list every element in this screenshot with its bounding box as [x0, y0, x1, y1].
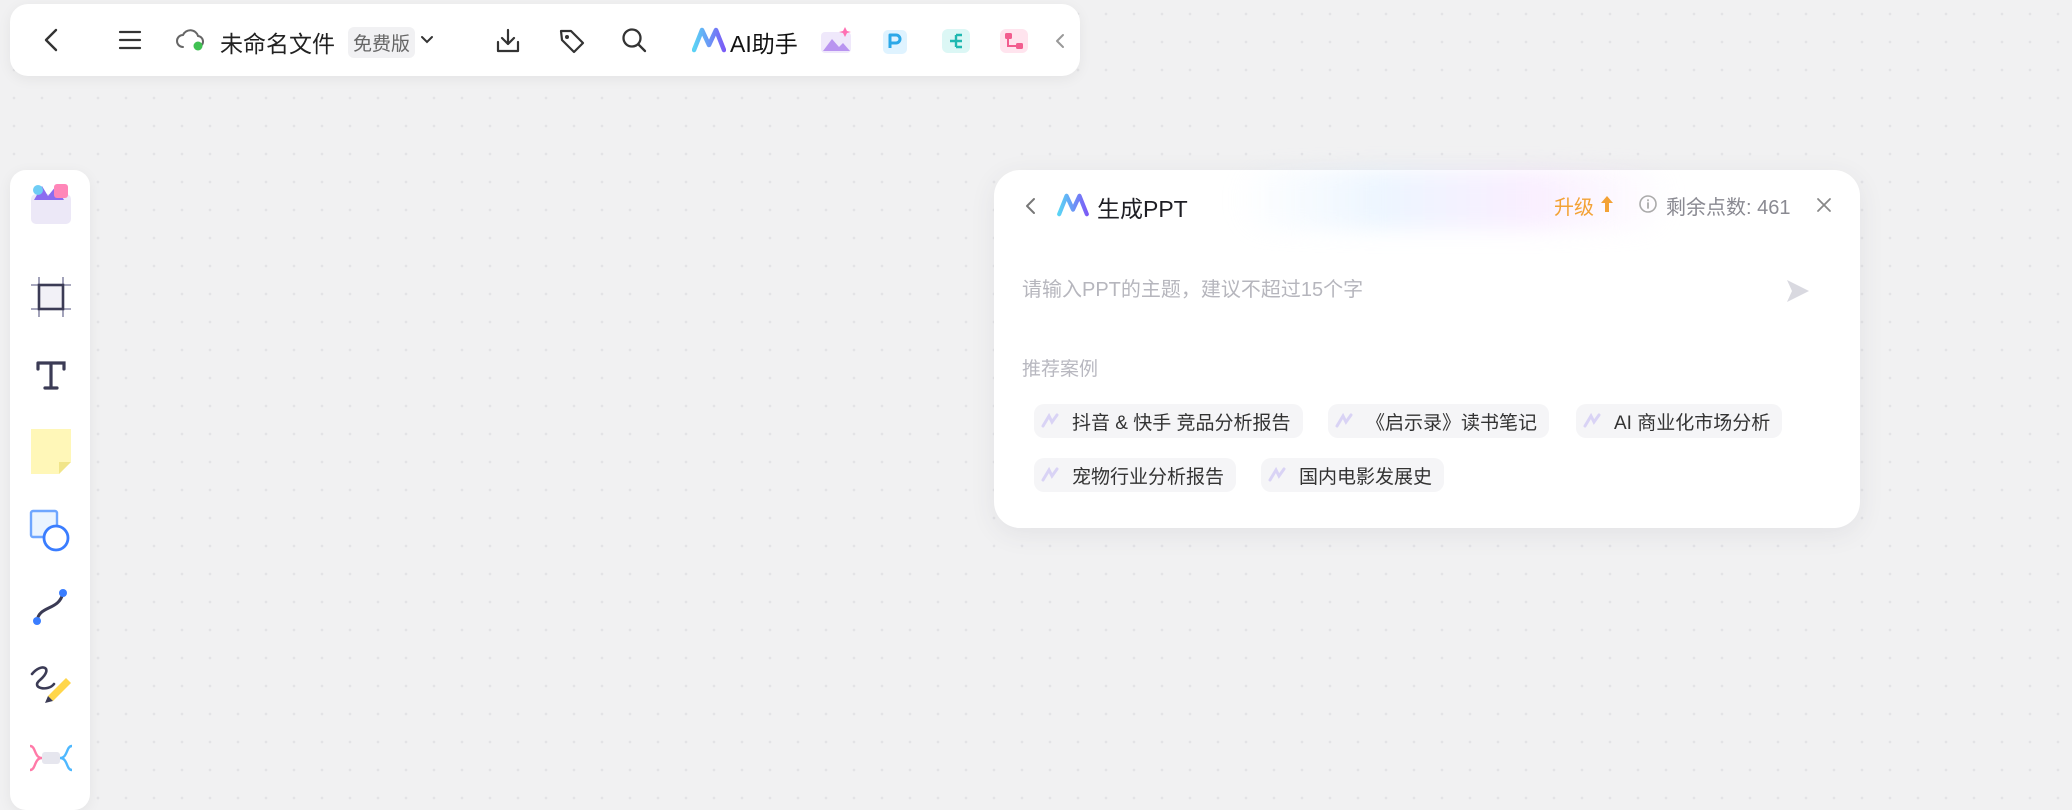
example-chip[interactable]: AI 商业化市场分析	[1576, 404, 1783, 438]
close-icon[interactable]	[1811, 192, 1837, 218]
chevron-down-icon[interactable]	[415, 28, 439, 52]
example-chip[interactable]: 抖音 & 快手 竞品分析报告	[1034, 404, 1303, 438]
panel-back-icon[interactable]	[1014, 188, 1048, 224]
sticky-note-icon[interactable]	[28, 428, 74, 474]
upgrade-link[interactable]: 升级	[1554, 191, 1594, 220]
example-chip-label: 《启示录》读书笔记	[1366, 412, 1538, 434]
ppt-topic-input[interactable]	[1020, 266, 1804, 314]
frame-icon[interactable]	[28, 274, 74, 320]
sparkle-icon	[1583, 412, 1601, 428]
image-gen-icon[interactable]	[818, 23, 854, 57]
sparkle-icon	[1268, 466, 1286, 482]
mindmap-tool-icon[interactable]	[28, 736, 74, 782]
example-chip-label: 抖音 & 快手 竞品分析报告	[1072, 412, 1291, 434]
example-chip[interactable]: 宠物行业分析报告	[1034, 458, 1237, 492]
top-toolbar: 未命名文件 免费版 AI助手	[10, 4, 1080, 76]
left-toolbar	[10, 170, 90, 810]
pen-icon[interactable]	[28, 660, 74, 706]
ppt-icon[interactable]	[878, 24, 912, 58]
example-chip[interactable]: 国内电影发展史	[1261, 458, 1445, 492]
sparkle-icon	[1041, 412, 1059, 428]
tag-icon[interactable]	[552, 22, 592, 60]
example-chip-label: 宠物行业分析报告	[1072, 466, 1225, 488]
back-arrow-icon[interactable]	[32, 22, 72, 58]
example-chip[interactable]: 《启示录》读书笔记	[1328, 404, 1550, 438]
collapse-icon[interactable]	[1046, 26, 1074, 56]
panel-title: 生成PPT	[1097, 196, 1188, 222]
recommend-label: 推荐案例	[1022, 359, 1099, 380]
info-icon[interactable]	[1636, 192, 1660, 216]
flowchart-icon[interactable]	[996, 24, 1032, 58]
template-icon[interactable]	[28, 180, 74, 226]
remaining-points: 剩余点数: 461	[1666, 197, 1791, 219]
sparkle-icon	[1041, 466, 1059, 482]
connector-icon[interactable]	[28, 584, 74, 630]
upgrade-arrow-icon[interactable]	[1599, 193, 1615, 215]
ai-assistant-label[interactable]: AI助手	[730, 25, 798, 59]
mindmap-icon[interactable]	[938, 24, 974, 58]
generate-ppt-panel: 生成PPT 升级 剩余点数: 461 推荐案例 抖音 & 快手 竞品分析报告 《…	[994, 170, 1860, 528]
example-chip-label: AI 商业化市场分析	[1614, 412, 1771, 434]
cloud-sync-icon[interactable]	[173, 24, 207, 56]
ai-logo-icon	[1056, 190, 1090, 220]
ai-logo-icon[interactable]	[691, 24, 727, 56]
sparkle-icon	[1335, 412, 1353, 428]
download-icon[interactable]	[488, 22, 528, 60]
file-name[interactable]: 未命名文件	[220, 25, 335, 59]
example-chip-label: 国内电影发展史	[1299, 466, 1433, 488]
send-icon[interactable]	[1781, 274, 1815, 308]
menu-icon[interactable]	[110, 22, 150, 58]
plan-badge[interactable]: 免费版	[348, 27, 416, 58]
text-icon[interactable]	[28, 352, 74, 398]
shape-icon[interactable]	[28, 508, 74, 554]
search-icon[interactable]	[614, 21, 654, 59]
